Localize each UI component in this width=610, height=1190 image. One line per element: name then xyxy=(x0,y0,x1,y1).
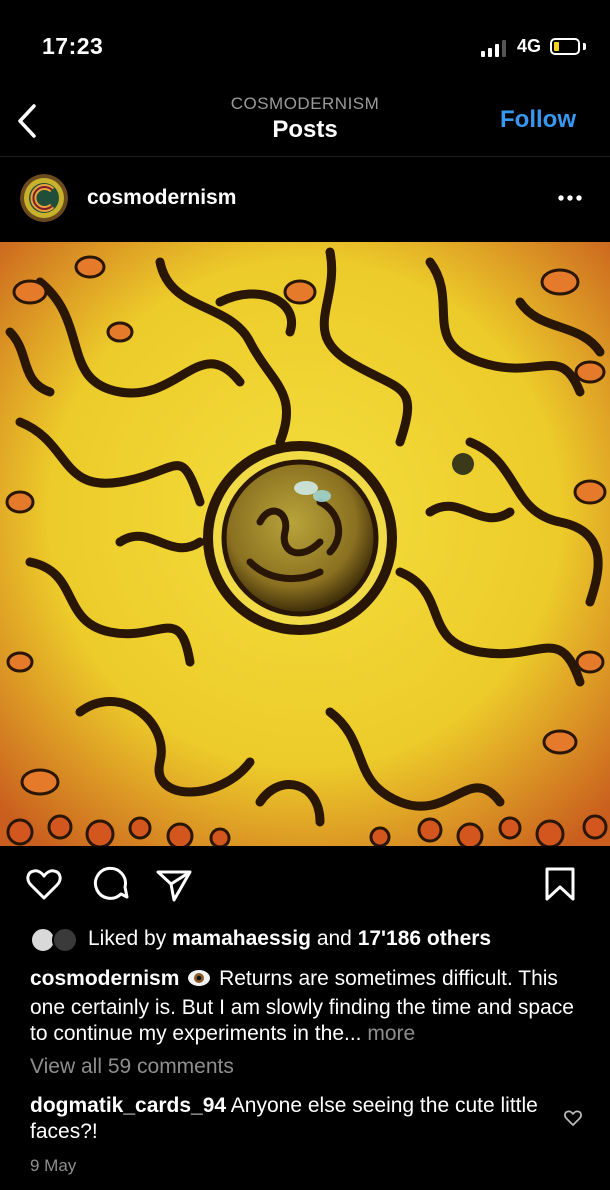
view-comments-link[interactable]: View all 59 comments xyxy=(30,1055,234,1079)
avatar[interactable] xyxy=(20,174,68,222)
save-button[interactable] xyxy=(540,864,580,904)
liker-avatar xyxy=(52,927,78,953)
status-time: 17:23 xyxy=(42,33,104,59)
more-link[interactable]: more xyxy=(367,1022,415,1045)
comment-item: dogmatik_cards_94 Anyone else seeing the… xyxy=(30,1093,550,1145)
heart-icon xyxy=(564,1110,582,1126)
heart-icon xyxy=(26,869,62,900)
likes-count[interactable]: 17'186 others xyxy=(358,927,491,950)
like-button[interactable] xyxy=(24,864,64,904)
comment-like-button[interactable] xyxy=(563,1108,583,1128)
post-image[interactable] xyxy=(0,242,610,846)
comment-username[interactable]: dogmatik_cards_94 xyxy=(30,1094,226,1117)
comment-button[interactable] xyxy=(90,864,130,904)
send-icon xyxy=(156,870,192,902)
battery-cap xyxy=(583,43,586,50)
post-date: 9 May xyxy=(30,1156,77,1175)
likes-text: Liked by mamahaessig and 17'186 others xyxy=(88,927,492,950)
signal-icon xyxy=(481,39,511,57)
likes-summary[interactable]: Liked by mamahaessig and 17'186 others xyxy=(30,925,590,955)
post-caption: cosmodernism Returns are sometimes diffi… xyxy=(30,966,585,1047)
network-type: 4G xyxy=(517,36,542,56)
post-username[interactable]: cosmodernism xyxy=(87,186,236,210)
caption-username[interactable]: cosmodernism xyxy=(30,967,179,990)
eye-icon xyxy=(187,968,211,995)
post-image-art xyxy=(0,242,610,846)
liker-username[interactable]: mamahaessig xyxy=(172,927,311,950)
bookmark-icon xyxy=(545,867,575,901)
battery-icon xyxy=(550,38,580,55)
more-options-icon[interactable] xyxy=(556,188,586,208)
share-button[interactable] xyxy=(154,864,194,904)
comment-icon xyxy=(93,866,129,900)
follow-button[interactable]: Follow xyxy=(500,106,576,134)
nav-divider xyxy=(0,156,610,157)
